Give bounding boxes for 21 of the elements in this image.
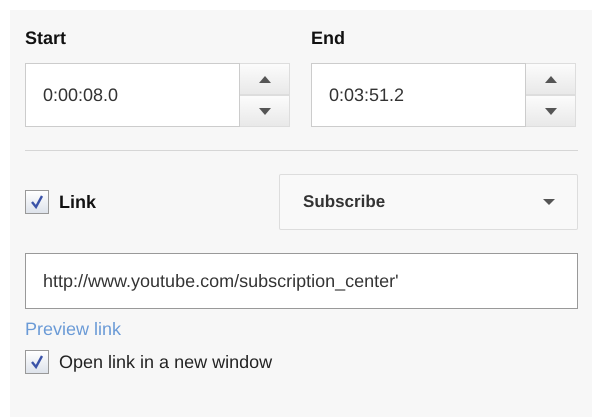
caret-icon: [543, 199, 555, 205]
increment-button[interactable]: [240, 63, 290, 95]
checkbox-label: Link: [59, 192, 96, 212]
decrement-button[interactable]: [240, 95, 290, 127]
url-field[interactable]: http://www.youtube.com/subscription_center': [25, 253, 578, 309]
link-type-dropdown[interactable]: Subscribe: [279, 174, 578, 230]
up-arrow-icon: [258, 76, 270, 82]
time-field[interactable]: 0:00:08.0: [25, 63, 240, 127]
down-arrow-icon: [258, 108, 270, 114]
checkmark-icon: [28, 193, 46, 211]
checkbox[interactable]: [25, 350, 49, 374]
checkbox-label: Open link in a new window: [59, 352, 272, 372]
field-label: Start: [25, 28, 68, 49]
up-arrow-icon: [544, 76, 556, 82]
field-label: End: [311, 28, 346, 49]
down-arrow-icon: [544, 108, 556, 114]
decrement-button[interactable]: [526, 95, 576, 127]
checkmark-icon: [28, 353, 46, 371]
time-field[interactable]: 0:03:51.2: [311, 63, 526, 127]
increment-button[interactable]: [526, 63, 576, 95]
checkbox[interactable]: [25, 190, 49, 214]
